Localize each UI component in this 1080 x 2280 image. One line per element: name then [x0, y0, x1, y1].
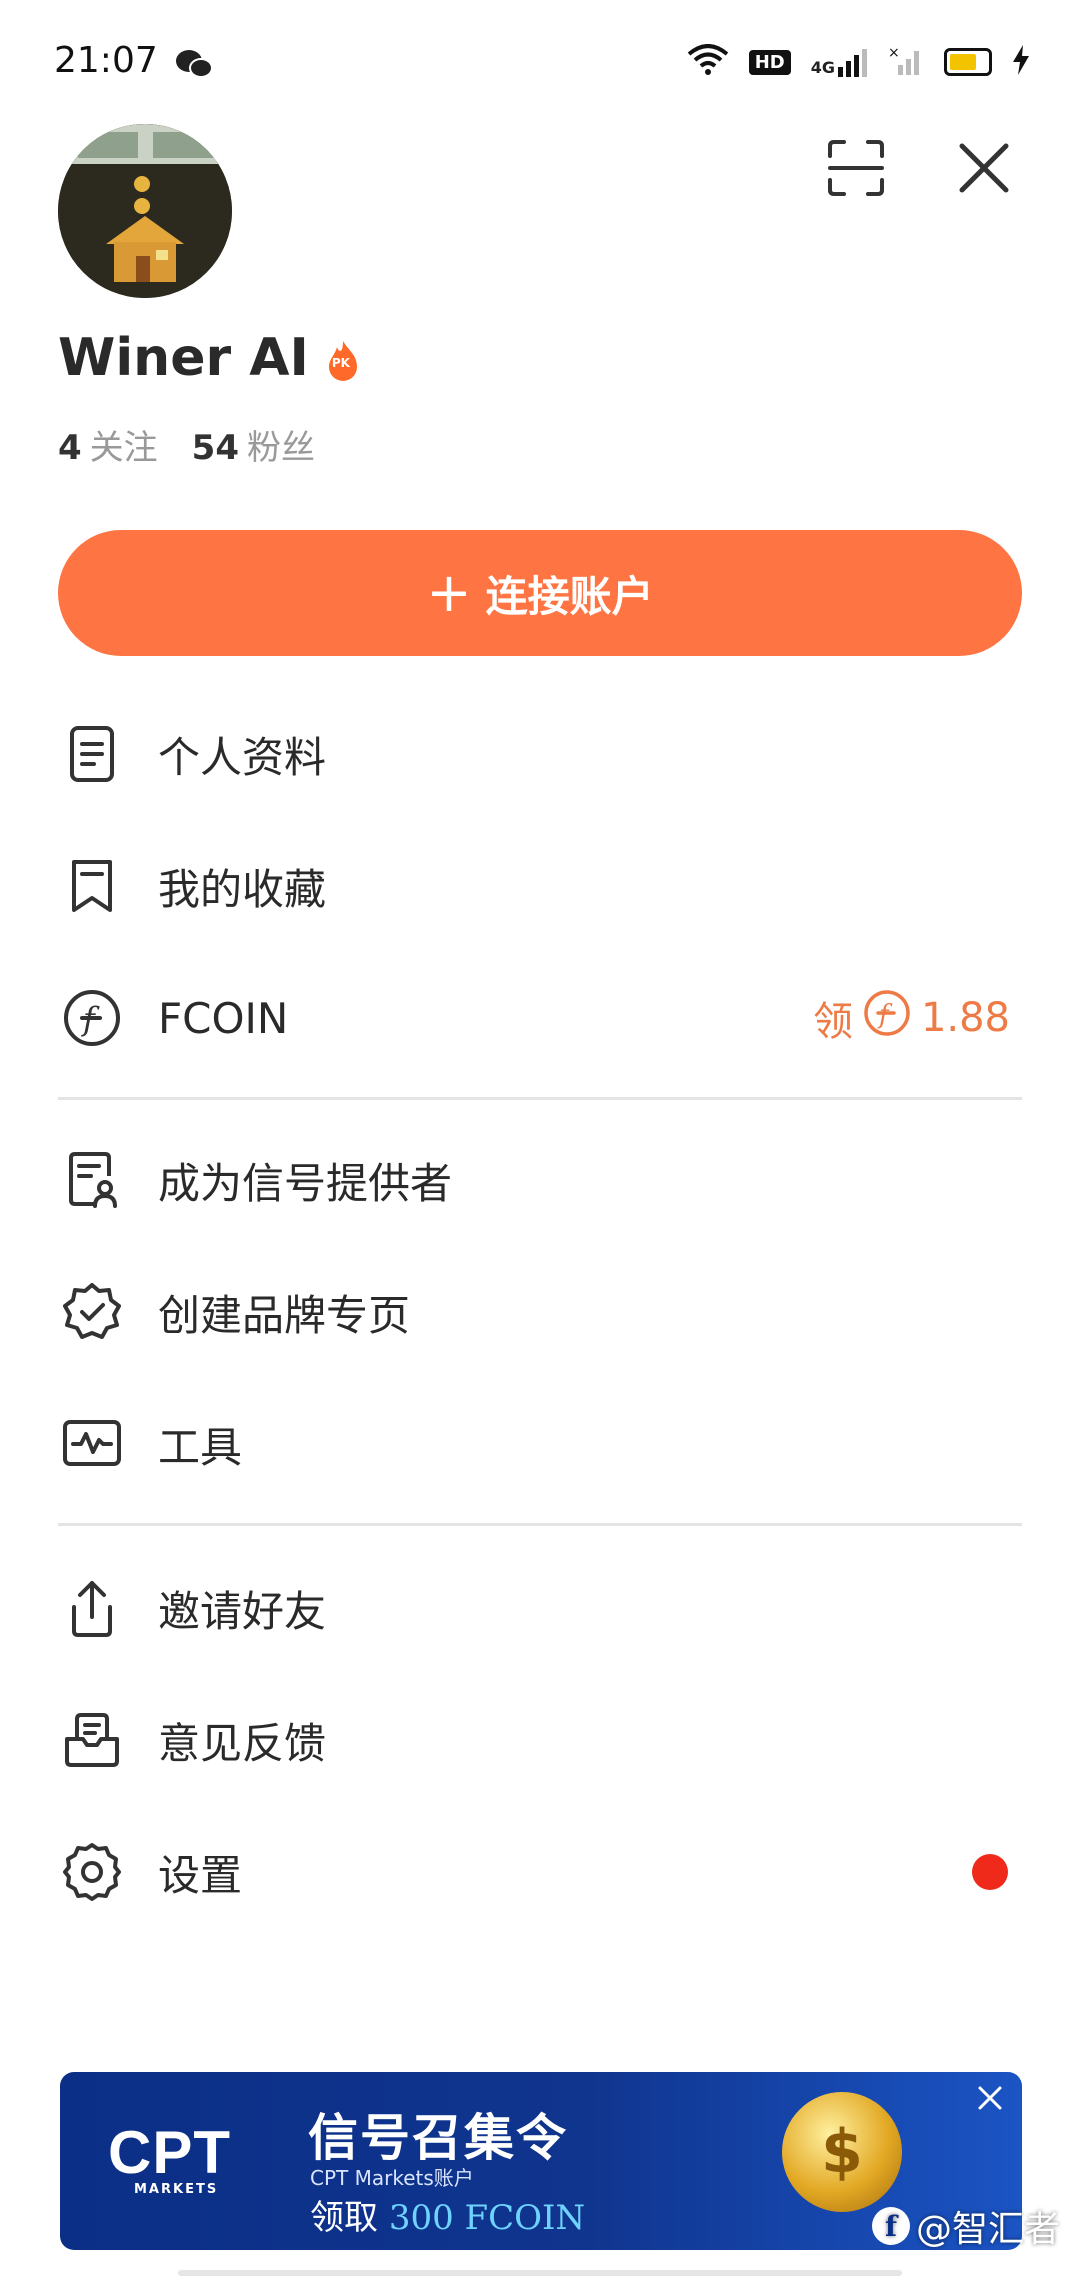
share-icon: [58, 1574, 126, 1642]
banner-cta: 领取 300 FCOIN: [310, 2190, 585, 2239]
divider: [58, 1097, 1022, 1100]
followers-label: 粉丝: [247, 428, 315, 468]
scan-icon[interactable]: [826, 138, 886, 198]
document-icon: [58, 720, 126, 788]
verified-badge-icon: [58, 1278, 126, 1346]
wechat-icon: [174, 48, 214, 84]
close-icon[interactable]: [954, 138, 1014, 198]
svg-text:f: f: [877, 1000, 893, 1030]
avatar[interactable]: [58, 124, 232, 298]
notification-dot: [972, 1854, 1008, 1890]
menu-item-feedback[interactable]: 意见反馈: [58, 1692, 1022, 1788]
menu-label-profile: 个人资料: [158, 732, 327, 782]
fcoin-claim[interactable]: 领 f 1.88: [813, 989, 1010, 1047]
fcoin-claim-label: 领: [812, 999, 853, 1045]
coin-glyph: $: [821, 2117, 863, 2187]
cpt-logo: CPT: [108, 2119, 231, 2186]
connect-account-label: 连接账户: [485, 571, 654, 621]
signal-provider-icon: [58, 1146, 126, 1214]
status-time: 21:07: [54, 40, 158, 81]
menu-item-fcoin[interactable]: f FCOIN 领 f 1.88: [58, 970, 1022, 1066]
menu-item-tools[interactable]: 工具: [58, 1396, 1022, 1492]
menu-label-feedback: 意见反馈: [158, 1718, 327, 1768]
watermark-logo-icon: f: [872, 2207, 910, 2245]
fcoin-icon: f: [58, 984, 126, 1052]
menu-label-become-signal-provider: 成为信号提供者: [158, 1158, 453, 1208]
coin-icon: $: [782, 2092, 902, 2212]
username: Winer AI: [58, 328, 309, 388]
username-row: Winer AI PK: [58, 328, 363, 388]
fire-badge-icon: PK: [323, 336, 363, 381]
menu-item-settings[interactable]: 设置: [58, 1824, 1022, 1920]
wifi-icon: [687, 44, 729, 80]
menu-item-invite-friends[interactable]: 邀请好友: [58, 1560, 1022, 1656]
bookmark-icon: [58, 852, 126, 920]
menu-item-become-signal-provider[interactable]: 成为信号提供者: [58, 1132, 1022, 1228]
feedback-icon: [58, 1706, 126, 1774]
menu-item-favorites[interactable]: 我的收藏: [58, 838, 1022, 934]
menu-item-profile[interactable]: 个人资料: [58, 706, 1022, 802]
menu-label-settings: 设置: [158, 1850, 243, 1900]
followers-count: 54: [191, 428, 239, 468]
plus-icon: +: [426, 561, 472, 624]
profile-stats: 4 关注 54 粉丝: [58, 420, 315, 469]
banner-close-icon[interactable]: [974, 2082, 1006, 2114]
menu-label-favorites: 我的收藏: [158, 864, 327, 914]
menu-label-tools: 工具: [158, 1422, 243, 1472]
watermark: f @智汇者: [872, 2200, 1060, 2252]
hd-badge: HD: [748, 49, 791, 75]
fcoin-small-icon: f: [863, 989, 911, 1047]
following-stat[interactable]: 4 关注: [58, 420, 158, 469]
banner-cta-prefix: 领取: [310, 2198, 378, 2238]
charging-icon: [1012, 45, 1030, 79]
banner-cta-amount: 300 FCOIN: [388, 2198, 586, 2238]
menu-item-create-brand-page[interactable]: 创建品牌专页: [58, 1264, 1022, 1360]
signal-weak-icon: ×: [888, 45, 924, 79]
divider: [58, 1523, 1022, 1526]
banner-subtitle: CPT Markets账户: [310, 2166, 474, 2190]
connect-account-button[interactable]: + 连接账户: [58, 530, 1022, 656]
cpt-logo-sub: MARKETS: [134, 2182, 219, 2197]
signal-4g-icon: 4G: [811, 47, 868, 77]
battery-icon: [944, 48, 992, 76]
menu-label-create-brand-page: 创建品牌专页: [158, 1290, 411, 1340]
pulse-monitor-icon: [58, 1410, 126, 1478]
status-indicators: HD 4G ×: [687, 44, 1030, 80]
fire-badge-label: PK: [331, 356, 350, 370]
following-label: 关注: [89, 428, 158, 468]
fcoin-amount: 1.88: [920, 995, 1010, 1041]
watermark-text: @智汇者: [916, 2209, 1061, 2250]
following-count: 4: [58, 428, 82, 468]
banner-title: 信号召集令: [308, 2109, 568, 2167]
bottom-tab-strip: [178, 2270, 902, 2276]
menu-label-fcoin: FCOIN: [158, 993, 289, 1043]
network-label: 4G: [810, 58, 835, 77]
gear-icon: [58, 1838, 126, 1906]
menu-label-invite-friends: 邀请好友: [158, 1586, 327, 1636]
svg-text:×: ×: [888, 45, 900, 61]
followers-stat[interactable]: 54 粉丝: [192, 420, 315, 469]
